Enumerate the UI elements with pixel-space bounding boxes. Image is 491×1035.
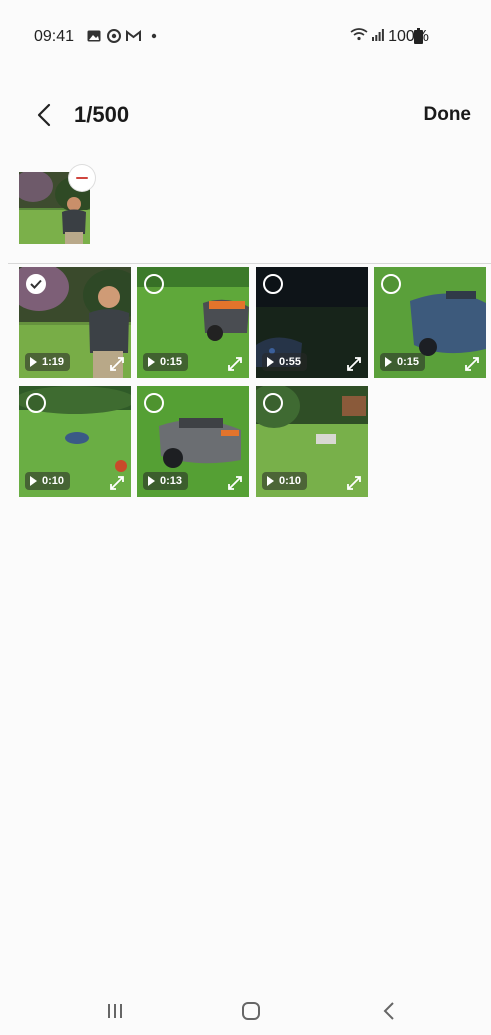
- back-button[interactable]: [30, 100, 58, 130]
- notification-icons: [86, 28, 161, 43]
- back-icon: [383, 1002, 394, 1020]
- video-tile[interactable]: 0:55: [256, 267, 368, 378]
- duration-label: 0:10: [42, 475, 65, 487]
- done-button[interactable]: Done: [424, 104, 472, 126]
- duration-label: 0:55: [279, 356, 302, 368]
- minus-icon: [76, 177, 88, 179]
- selection-checkbox[interactable]: [381, 274, 401, 294]
- video-tile[interactable]: 0:10: [19, 386, 131, 497]
- play-icon: [267, 357, 274, 367]
- selection-checkbox[interactable]: [263, 393, 283, 413]
- home-button[interactable]: [236, 998, 266, 1024]
- duration-badge: 0:55: [262, 353, 308, 371]
- selection-checkbox[interactable]: [26, 274, 46, 294]
- selected-items-strip: [0, 160, 491, 263]
- gmail-notification-icon: [126, 28, 141, 43]
- home-icon: [242, 1002, 260, 1020]
- expand-icon[interactable]: [346, 475, 362, 491]
- selection-counter: 1/500: [74, 102, 130, 127]
- expand-icon[interactable]: [464, 356, 480, 372]
- play-icon: [385, 357, 392, 367]
- duration-badge: 0:13: [143, 472, 189, 490]
- wifi-icon: [350, 27, 368, 46]
- expand-icon[interactable]: [346, 356, 362, 372]
- app-bar: 1/500 Done: [0, 90, 491, 140]
- dot-icon: [146, 28, 161, 43]
- duration-badge: 0:10: [25, 472, 71, 490]
- duration-badge: 0:10: [262, 472, 308, 490]
- duration-label: 1:19: [42, 356, 65, 368]
- video-tile[interactable]: 1:19: [19, 267, 131, 378]
- expand-icon[interactable]: [227, 356, 243, 372]
- expand-icon[interactable]: [227, 475, 243, 491]
- video-tile[interactable]: 0:15: [137, 267, 249, 378]
- duration-label: 0:15: [160, 356, 183, 368]
- nav-back-button[interactable]: [374, 998, 404, 1024]
- recents-icon: [108, 1004, 122, 1018]
- duration-badge: 0:15: [380, 353, 426, 371]
- video-tile[interactable]: 0:15: [374, 267, 486, 378]
- duration-label: 0:15: [397, 356, 420, 368]
- duration-label: 0:13: [160, 475, 183, 487]
- play-icon: [148, 476, 155, 486]
- duration-badge: 1:19: [25, 353, 71, 371]
- chevron-left-icon: [37, 103, 51, 127]
- duration-label: 0:10: [279, 475, 302, 487]
- signal-icon: [372, 28, 384, 46]
- remove-selected-button[interactable]: [69, 165, 95, 191]
- selection-checkbox[interactable]: [263, 274, 283, 294]
- selection-checkbox[interactable]: [26, 393, 46, 413]
- video-tile[interactable]: 0:13: [137, 386, 249, 497]
- expand-icon[interactable]: [109, 475, 125, 491]
- duration-badge: 0:15: [143, 353, 189, 371]
- play-icon: [267, 476, 274, 486]
- status-bar: 09:41 100%: [0, 0, 491, 76]
- play-icon: [30, 357, 37, 367]
- gallery-notification-icon: [86, 28, 101, 43]
- recents-button[interactable]: [100, 998, 130, 1024]
- selection-checkbox[interactable]: [144, 274, 164, 294]
- video-tile[interactable]: 0:10: [256, 386, 368, 497]
- selection-checkbox[interactable]: [144, 393, 164, 413]
- check-icon: [30, 279, 42, 289]
- battery-icon: [414, 28, 423, 44]
- expand-icon[interactable]: [109, 356, 125, 372]
- system-nav-bar: [0, 990, 491, 1035]
- play-icon: [30, 476, 37, 486]
- play-icon: [148, 357, 155, 367]
- divider: [8, 263, 491, 264]
- settings-notification-icon: [106, 28, 121, 43]
- status-time: 09:41: [34, 28, 75, 45]
